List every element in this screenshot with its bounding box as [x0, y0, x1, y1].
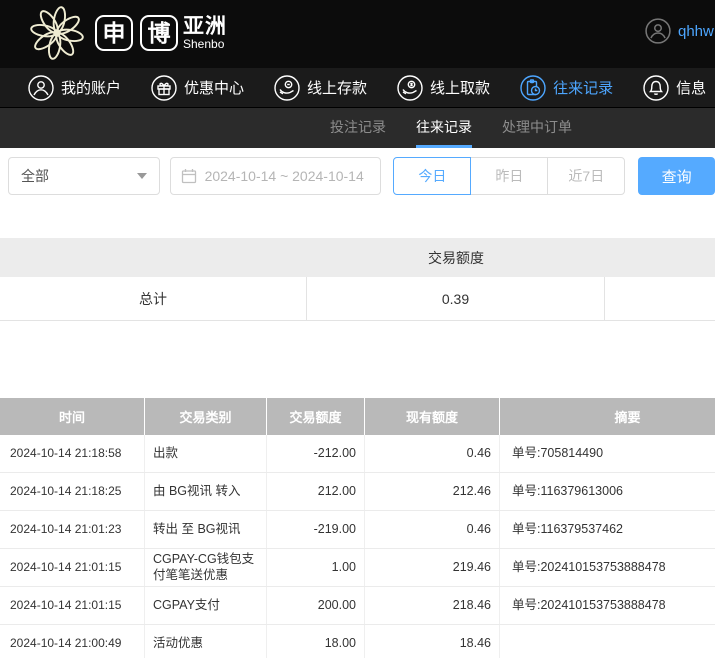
- cell-balance: 212.46: [365, 473, 500, 510]
- brand-logo[interactable]: 申 博 亚洲 Shenbo: [26, 2, 227, 64]
- cell-type: CGPAY支付: [145, 587, 267, 624]
- username-label: qhhw: [678, 23, 714, 40]
- nav-item-label: 线上存款: [307, 77, 367, 98]
- logo-region-en: Shenbo: [183, 38, 227, 51]
- logo-char-2: 博: [140, 15, 178, 51]
- records-table: 时间交易类别交易额度现有额度摘要 2024-10-14 21:18:58出款-2…: [0, 398, 715, 658]
- cell-time: 2024-10-14 21:18:25: [0, 473, 145, 510]
- cell-remark: [500, 625, 715, 658]
- sub-nav: 投注记录往来记录处理中订单: [0, 108, 715, 148]
- logo-char-1: 申: [95, 15, 133, 51]
- nav-item-transfer-records[interactable]: 往来记录: [520, 75, 613, 101]
- table-row: 2024-10-14 21:18:25由 BG视讯 转入212.00212.46…: [0, 473, 715, 511]
- transaction-type-value: 全部: [21, 166, 49, 186]
- nav-item-label: 优惠中心: [184, 77, 244, 98]
- search-button[interactable]: 查询: [638, 157, 715, 195]
- nav-item-messages[interactable]: 信息: [643, 75, 706, 101]
- cell-balance: 0.46: [365, 511, 500, 548]
- cell-type: 出款: [145, 435, 267, 472]
- cell-type: CGPAY-CG钱包支付笔笔送优惠: [145, 549, 267, 586]
- main-nav: 我的账户 优惠中心 线上存款 线上取款 往来记录 信息: [0, 68, 715, 108]
- quick-date-button-last7days[interactable]: 近7日: [547, 157, 625, 195]
- cell-amount: 200.00: [267, 587, 365, 624]
- summary-header-spacer: [0, 238, 307, 277]
- column-header: 交易额度: [267, 398, 365, 435]
- table-row: 2024-10-14 21:01:15CGPAY-CG钱包支付笔笔送优惠1.00…: [0, 549, 715, 587]
- cell-type: 转出 至 BG视讯: [145, 511, 267, 548]
- quick-date-button-group: 今日昨日近7日: [393, 157, 625, 195]
- cell-time: 2024-10-14 21:01:23: [0, 511, 145, 548]
- cell-remark: 单号:202410153753888478: [500, 549, 715, 586]
- user-account-button[interactable]: qhhw: [645, 18, 714, 44]
- cell-balance: 219.46: [365, 549, 500, 586]
- logo-region: 亚洲 Shenbo: [183, 16, 227, 51]
- column-header: 交易类别: [145, 398, 267, 435]
- column-header: 现有额度: [365, 398, 500, 435]
- cell-remark: 单号:202410153753888478: [500, 587, 715, 624]
- avatar-icon: [645, 18, 671, 44]
- cell-time: 2024-10-14 21:18:58: [0, 435, 145, 472]
- table-row: 2024-10-14 21:01:15CGPAY支付200.00218.46单号…: [0, 587, 715, 625]
- cell-amount: 212.00: [267, 473, 365, 510]
- chevron-down-icon: [137, 173, 147, 179]
- top-bar: 申 博 亚洲 Shenbo qhhw: [0, 0, 715, 68]
- cell-balance: 0.46: [365, 435, 500, 472]
- summary-header-label: 交易额度: [307, 238, 605, 277]
- cell-remark: 单号:116379537462: [500, 511, 715, 548]
- logo-region-cn: 亚洲: [183, 16, 227, 38]
- cell-amount: -212.00: [267, 435, 365, 472]
- flower-logo-icon: [26, 2, 88, 64]
- cell-time: 2024-10-14 21:01:15: [0, 587, 145, 624]
- table-row: 2024-10-14 21:00:49活动优惠18.0018.46: [0, 625, 715, 658]
- nav-item-label: 我的账户: [61, 77, 121, 98]
- gift-icon: [151, 75, 177, 101]
- date-range-input[interactable]: 2024-10-14 ~ 2024-10-14: [170, 157, 382, 195]
- cell-time: 2024-10-14 21:01:15: [0, 549, 145, 586]
- date-range-value: 2024-10-14 ~ 2024-10-14: [205, 168, 364, 184]
- summary-total-value: 0.39: [307, 277, 605, 320]
- summary-total-label: 总计: [0, 277, 307, 320]
- cell-type: 由 BG视讯 转入: [145, 473, 267, 510]
- summary-total-spacer: [605, 277, 715, 320]
- calendar-icon: [181, 168, 197, 184]
- nav-item-promo-center[interactable]: 优惠中心: [151, 75, 244, 101]
- subnav-tab-pending-orders[interactable]: 处理中订单: [502, 108, 572, 148]
- summary-table: 交易额度 总计 0.39: [0, 238, 715, 321]
- summary-total-row: 总计 0.39: [0, 277, 715, 321]
- cell-amount: 18.00: [267, 625, 365, 658]
- nav-item-label: 信息: [676, 77, 706, 98]
- cell-time: 2024-10-14 21:00:49: [0, 625, 145, 658]
- nav-item-label: 线上取款: [430, 77, 490, 98]
- cell-amount: 1.00: [267, 549, 365, 586]
- records-body: 2024-10-14 21:18:58出款-212.000.46单号:70581…: [0, 435, 715, 658]
- column-header: 摘要: [500, 398, 715, 435]
- nav-item-online-deposit[interactable]: 线上存款: [274, 75, 367, 101]
- filter-bar: 全部 2024-10-14 ~ 2024-10-14 今日昨日近7日 查询: [0, 148, 715, 195]
- cell-balance: 18.46: [365, 625, 500, 658]
- nav-item-label: 往来记录: [553, 77, 613, 98]
- cell-remark: 单号:705814490: [500, 435, 715, 472]
- quick-date-button-yesterday[interactable]: 昨日: [470, 157, 548, 195]
- records-header-row: 时间交易类别交易额度现有额度摘要: [0, 398, 715, 435]
- quick-date-button-today[interactable]: 今日: [393, 157, 471, 195]
- cell-balance: 218.46: [365, 587, 500, 624]
- bell-icon: [643, 75, 669, 101]
- nav-item-my-account[interactable]: 我的账户: [28, 75, 121, 101]
- subnav-tab-bet-records[interactable]: 投注记录: [330, 108, 386, 148]
- table-row: 2024-10-14 21:18:58出款-212.000.46单号:70581…: [0, 435, 715, 473]
- user-icon: [28, 75, 54, 101]
- summary-header-row: 交易额度: [0, 238, 715, 277]
- cell-type: 活动优惠: [145, 625, 267, 658]
- cell-amount: -219.00: [267, 511, 365, 548]
- deposit-hand-icon: [274, 75, 300, 101]
- records-clipboard-icon: [520, 75, 546, 101]
- summary-header-spacer: [605, 238, 715, 277]
- column-header: 时间: [0, 398, 145, 435]
- withdraw-hand-icon: [397, 75, 423, 101]
- subnav-tab-transfer-records[interactable]: 往来记录: [416, 108, 472, 148]
- transaction-type-select[interactable]: 全部: [8, 157, 160, 195]
- nav-item-online-withdraw[interactable]: 线上取款: [397, 75, 490, 101]
- table-row: 2024-10-14 21:01:23转出 至 BG视讯-219.000.46单…: [0, 511, 715, 549]
- cell-remark: 单号:116379613006: [500, 473, 715, 510]
